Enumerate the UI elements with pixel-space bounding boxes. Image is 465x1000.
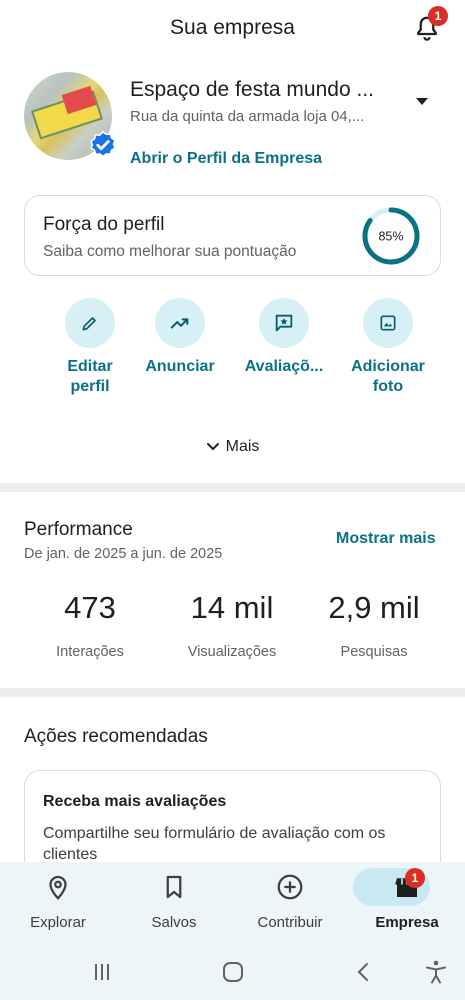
chevron-down-icon — [206, 442, 219, 451]
performance-title: Performance — [24, 519, 133, 540]
action-edit-profile[interactable]: Editar perfil — [38, 298, 142, 397]
quick-actions: Editar perfil Anunciar Avaliaçõ... Adici… — [0, 298, 465, 408]
action-reviews[interactable]: Avaliaçõ... — [232, 298, 336, 377]
stat-value: 473 — [64, 590, 116, 625]
action-add-photo[interactable]: Adicionar foto — [336, 298, 440, 397]
stat-value: 14 mil — [190, 590, 274, 625]
show-more-link[interactable]: Mostrar mais — [336, 530, 436, 548]
back-icon[interactable] — [350, 958, 378, 986]
action-icon-circle — [363, 298, 413, 348]
recommendation-description: Compartilhe seu formulário de avaliação … — [43, 825, 386, 863]
profile-strength-subtitle: Saiba como melhorar sua pontuação — [43, 243, 297, 260]
nav-label: Empresa — [375, 914, 439, 931]
profile-strength-card[interactable]: Força do perfil Saiba como melhorar sua … — [24, 195, 441, 276]
action-label: Avaliaçõ... — [244, 358, 324, 375]
stat-value: 2,9 mil — [328, 590, 420, 625]
dropdown-caret-icon[interactable] — [415, 96, 429, 106]
system-navigation-bar — [0, 942, 465, 1000]
action-icon-circle — [65, 298, 115, 348]
trending-up-icon — [170, 318, 189, 329]
location-pin-icon — [49, 875, 67, 900]
business-address: Rua da quinta da armada loja 04,... — [130, 108, 365, 125]
more-button[interactable]: Mais — [0, 438, 465, 456]
notification-badge: 1 — [428, 6, 448, 26]
action-label: Editar perfil — [67, 358, 113, 395]
bottom-navigation: Explorar Salvos Contribuir Empresa 1 — [0, 862, 465, 942]
profile-strength-title: Força do perfil — [43, 214, 165, 235]
nav-label: Salvos — [151, 914, 197, 931]
nav-saved[interactable]: Salvos — [116, 862, 232, 942]
business-name[interactable]: Espaço de festa mundo ... — [130, 78, 374, 102]
action-icon-circle — [155, 298, 205, 348]
stat-label: Pesquisas — [340, 644, 408, 660]
nav-label: Explorar — [30, 914, 86, 931]
business-badge: 1 — [405, 868, 425, 888]
add-circle-icon — [277, 874, 303, 900]
stat-views[interactable]: 14 mil Visualizações — [157, 590, 307, 660]
nav-explore[interactable]: Explorar — [0, 862, 116, 942]
verified-badge-icon — [90, 130, 116, 158]
accessibility-icon[interactable] — [422, 958, 450, 986]
action-label: Adicionar foto — [351, 358, 425, 395]
pencil-icon — [82, 317, 96, 331]
business-profile: Espaço de festa mundo ... Rua da quinta … — [0, 70, 465, 180]
stat-label: Visualizações — [187, 644, 277, 660]
more-label: Mais — [225, 438, 260, 455]
home-icon[interactable] — [219, 958, 247, 986]
app-header: Sua empresa 1 — [0, 0, 465, 56]
bookmark-icon — [166, 875, 182, 899]
recommendation-title: Receba mais avaliações — [43, 793, 227, 810]
stat-searches[interactable]: 2,9 mil Pesquisas — [299, 590, 449, 660]
page-title: Sua empresa — [170, 16, 295, 39]
profile-strength-ring: 85% — [362, 207, 420, 265]
add-photo-icon — [380, 315, 396, 331]
nav-contribute[interactable]: Contribuir — [232, 862, 348, 942]
profile-strength-percent: 85% — [378, 230, 403, 244]
action-advertise[interactable]: Anunciar — [128, 298, 232, 377]
review-star-icon — [275, 314, 293, 332]
section-divider — [0, 483, 465, 492]
stat-interactions[interactable]: 473 Interações — [15, 590, 165, 660]
stat-label: Interações — [56, 644, 124, 660]
recommended-actions-title: Ações recomendadas — [24, 726, 208, 747]
section-divider — [0, 688, 465, 697]
open-business-profile-link[interactable]: Abrir o Perfil da Empresa — [130, 150, 322, 168]
nav-label: Contribuir — [257, 914, 323, 931]
performance-date-range: De jan. de 2025 a jun. de 2025 — [24, 546, 223, 562]
action-icon-circle — [259, 298, 309, 348]
recent-apps-icon[interactable] — [88, 958, 116, 986]
action-label: Anunciar — [145, 358, 215, 375]
